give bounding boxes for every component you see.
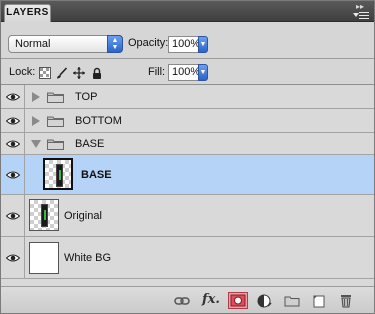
layer-group-base[interactable]: BASE: [1, 133, 374, 155]
lock-label: Lock:: [9, 66, 36, 78]
thumbnail-object: [41, 204, 48, 227]
folder-icon: [47, 116, 64, 127]
layer-name: BOTTOM: [75, 114, 122, 127]
tab-layers[interactable]: LAYERS: [4, 4, 51, 22]
layer-white-bg[interactable]: White BG: [1, 237, 374, 279]
expanded-triangle-icon[interactable]: [31, 139, 41, 148]
collapsed-triangle-icon[interactable]: [32, 115, 40, 126]
thumbnail-object: [56, 164, 63, 187]
layer-group-bottom[interactable]: BOTTOM: [1, 109, 374, 133]
folder-icon: [47, 139, 64, 150]
panel-menu-icon[interactable]: [353, 12, 369, 20]
blend-mode-select[interactable]: Normal ▲ ▼: [8, 35, 123, 53]
eye-icon[interactable]: [6, 93, 20, 101]
eye-icon[interactable]: [6, 212, 20, 220]
lock-transparency-icon[interactable]: [39, 67, 51, 79]
fill-dropdown-icon[interactable]: ▼: [198, 64, 208, 81]
lock-position-icon[interactable]: [73, 67, 85, 79]
adjustment-layer-icon[interactable]: [257, 294, 273, 308]
lock-image-pixels-icon[interactable]: [56, 67, 68, 79]
layer-thumbnail[interactable]: [43, 158, 73, 190]
opacity-dropdown-icon[interactable]: ▼: [198, 36, 208, 53]
new-group-icon[interactable]: [284, 294, 300, 308]
layer-name: BASE: [75, 137, 105, 150]
layer-name: TOP: [75, 90, 98, 103]
opacity-label: Opacity:: [128, 37, 169, 49]
layer-thumbnail[interactable]: [29, 242, 59, 274]
blend-options-row: Normal ▲ ▼ Opacity: 100% ▼: [1, 23, 374, 59]
blend-mode-value: Normal: [15, 38, 51, 50]
layer-base-selected[interactable]: BASE: [1, 155, 374, 195]
layers-panel: LAYERS ▸▸ Normal ▲ ▼ Opacity: 100% ▼ Lock…: [0, 0, 375, 314]
visibility-cell[interactable]: [1, 109, 25, 132]
eye-icon[interactable]: [6, 117, 20, 125]
layer-group-top[interactable]: TOP: [1, 85, 374, 109]
eye-icon[interactable]: [6, 171, 20, 179]
visibility-cell[interactable]: [1, 237, 25, 278]
updown-arrows-icon: ▲ ▼: [107, 35, 123, 53]
folder-icon: [47, 92, 64, 103]
layer-original[interactable]: Original: [1, 195, 374, 237]
fill-label: Fill:: [148, 66, 166, 78]
layer-name: White BG: [64, 251, 112, 264]
link-icon[interactable]: [174, 294, 190, 308]
new-layer-icon[interactable]: [311, 294, 327, 308]
trash-icon[interactable]: [338, 294, 354, 308]
layer-mask-icon[interactable]: [228, 292, 248, 309]
collapsed-triangle-icon[interactable]: [32, 91, 40, 102]
fill-field[interactable]: 100%: [168, 64, 200, 81]
layers-list: TOP BOTTOM BASE BASE Original White BG: [1, 85, 374, 286]
lock-fill-row: Lock: Fill: 100% ▼: [1, 60, 374, 85]
visibility-cell[interactable]: [1, 155, 25, 194]
lock-all-icon[interactable]: [91, 67, 103, 79]
fx-icon[interactable]: fx.: [202, 292, 222, 307]
layer-thumbnail[interactable]: [29, 199, 59, 231]
layer-name: BASE: [81, 168, 112, 181]
layers-footer-toolbar: fx.: [1, 286, 374, 313]
layer-name: Original: [64, 209, 102, 222]
collapse-panel-icon[interactable]: ▸▸: [356, 3, 370, 11]
visibility-cell[interactable]: [1, 133, 25, 154]
eye-icon[interactable]: [6, 140, 20, 148]
visibility-cell[interactable]: [1, 195, 25, 236]
eye-icon[interactable]: [6, 254, 20, 262]
opacity-field[interactable]: 100%: [168, 36, 200, 53]
panel-tab-strip: LAYERS ▸▸: [1, 1, 374, 22]
visibility-cell[interactable]: [1, 85, 25, 108]
